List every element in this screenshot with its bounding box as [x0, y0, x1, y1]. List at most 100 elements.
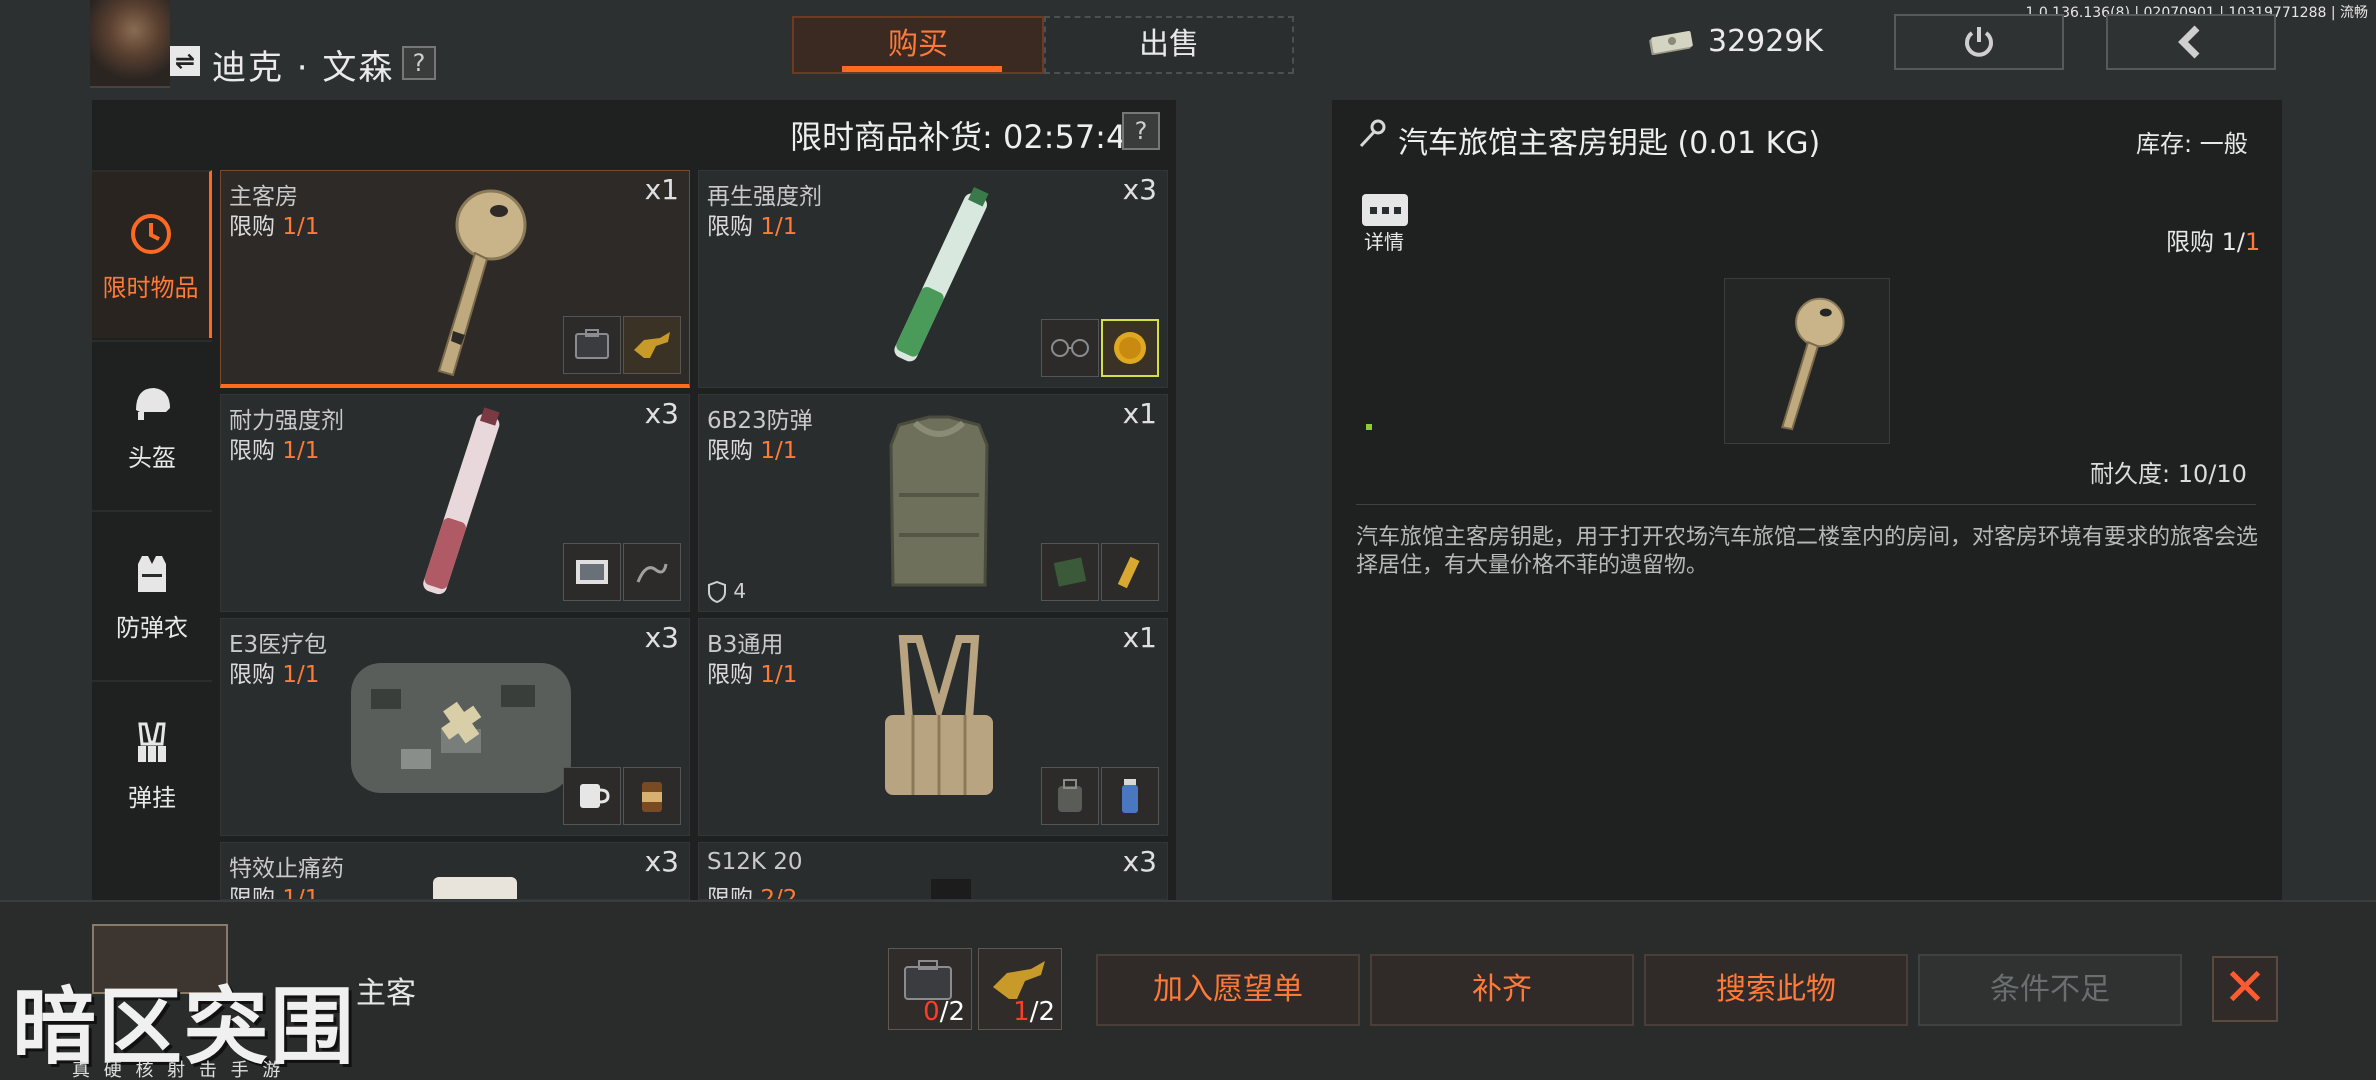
shield-icon [708, 580, 726, 604]
item-limit: 限购 2/2 [707, 879, 797, 899]
details-label[interactable]: 详情 [1364, 226, 1404, 255]
key-image [437, 189, 527, 377]
required-item-lighter[interactable] [1101, 543, 1159, 601]
limit-count: 1/1 [282, 438, 320, 464]
circuit-board-icon [1053, 557, 1087, 587]
restock-button[interactable]: 补齐 [1370, 954, 1634, 1026]
item-name: B3通用 [707, 632, 784, 658]
lighter-icon [1117, 556, 1140, 589]
vest-icon [138, 556, 166, 592]
required-item-mug[interactable] [563, 767, 621, 825]
item-limit: 限购 1/1 [229, 431, 319, 465]
item-description: 汽车旅馆主客房钥匙，用于打开农场汽车旅馆二楼室内的房间，对客房环境有要求的旅客会… [1356, 525, 2259, 578]
detail-divider [1356, 504, 2256, 505]
required-item-bottle[interactable] [1101, 767, 1159, 825]
item-limit: 限购 1/1 [707, 655, 797, 689]
limit-label: 限购 [229, 438, 283, 464]
cost-need: /2 [939, 997, 965, 1027]
shop-item-s12k[interactable]: S12K 20 限购 2/2 x3 [698, 842, 1168, 900]
category-limited[interactable]: 限时物品 [92, 170, 212, 338]
bag-icon [1058, 779, 1082, 812]
search-item-button[interactable]: 搜索此物 [1644, 954, 1908, 1026]
required-item-golden-figure[interactable] [623, 316, 681, 374]
limit-count: 1/1 [760, 662, 798, 688]
item-detail-panel [1332, 100, 2282, 900]
limit-label: 限购 [229, 214, 283, 240]
required-item-gold-coin[interactable] [1101, 319, 1159, 377]
item-quantity: x3 [644, 397, 679, 430]
limit-label: 限购 [2166, 228, 2222, 256]
category-label: 防弹衣 [116, 614, 188, 642]
power-button[interactable] [1894, 14, 2064, 70]
close-button[interactable]: ✕ [2212, 956, 2278, 1022]
shop-item-6b23-armor[interactable]: 6B23防弹 限购 1/1 x1 4 [698, 394, 1168, 612]
cost-count: 0/2 [923, 997, 965, 1027]
item-quantity: x3 [1122, 173, 1157, 206]
restock-help-button[interactable]: ? [1122, 112, 1160, 150]
pill-bottle-image [433, 877, 517, 899]
item-limit: 限购 1/1 [229, 207, 319, 241]
shop-item-painkiller[interactable]: 特效止痛药 限购 1/1 x3 [220, 842, 690, 900]
category-helmet[interactable]: 头盔 [92, 340, 212, 508]
required-item-tablet[interactable] [563, 543, 621, 601]
item-name: 再生强度剂 [707, 184, 822, 210]
item-name: 主客房 [229, 184, 298, 210]
limit-count: 1/1 [760, 438, 798, 464]
trader-help-button[interactable]: ? [402, 46, 436, 80]
item-name: 耐力强度剂 [229, 408, 344, 434]
limit-max: 1 [2245, 228, 2261, 256]
shop-item-e3-medkit[interactable]: E3医疗包 限购 1/1 x3 [220, 618, 690, 836]
item-name: 6B23防弹 [707, 408, 813, 434]
required-item-coffee-jar[interactable] [623, 767, 681, 825]
trader-avatar[interactable] [90, 0, 170, 88]
item-name: S12K 20 [707, 849, 803, 875]
key-icon [1359, 119, 1386, 148]
item-quantity: x3 [644, 845, 679, 878]
game-logo: 暗区突围 真 硬 核 射 击 手 游 [0, 960, 370, 1080]
shop-item-stamina-stimulant[interactable]: 耐力强度剂 限购 1/1 x3 [220, 394, 690, 612]
required-item-toolbox[interactable] [563, 316, 621, 374]
required-item-bag[interactable] [1041, 767, 1099, 825]
shop-item-master-room-key[interactable]: 主客房 限购 1/1 x1 [220, 170, 690, 388]
mug-icon [580, 784, 610, 808]
detail-limit: 限购 1/1 [2166, 222, 2260, 257]
back-icon [2178, 25, 2200, 59]
swap-trader-icon[interactable]: ⇌ [170, 46, 200, 76]
category-vest[interactable]: 防弹衣 [92, 510, 212, 678]
limit-count: 1/1 [760, 214, 798, 240]
power-icon [1965, 27, 1993, 57]
item-quantity: x1 [1122, 397, 1157, 430]
required-item-glasses[interactable] [1041, 319, 1099, 377]
trader-name: 迪克 · 文森 [212, 48, 395, 88]
cost-toolbox[interactable]: 0/2 [888, 948, 972, 1030]
item-limit: 限购 1/1 [229, 655, 319, 689]
durability: 耐久度: 10/10 [2090, 460, 2247, 488]
shop-item-b3-rig[interactable]: B3通用 限购 1/1 x1 [698, 618, 1168, 836]
tab-sell[interactable]: 出售 [1044, 16, 1294, 74]
category-rig[interactable]: 弹挂 [92, 680, 212, 848]
required-item-circuit-board[interactable] [1041, 543, 1099, 601]
item-name: E3医疗包 [229, 632, 328, 658]
gold-coin-icon [1114, 332, 1146, 364]
coffee-jar-icon [642, 782, 662, 812]
restock-timer: 限时商品补货: 02:57:48 [790, 118, 1147, 156]
item-quantity: x3 [644, 621, 679, 654]
cost-golden-figure[interactable]: 1/2 [978, 948, 1062, 1030]
limit-have: 1 [2221, 228, 2237, 256]
limit-separator: / [2236, 228, 2246, 256]
limit-count: 1/1 [282, 886, 320, 900]
toolbox-icon [575, 329, 609, 359]
armor-level: 4 [707, 579, 746, 604]
category-label: 头盔 [128, 444, 176, 472]
item-limit: 限购 1/1 [707, 207, 797, 241]
item-name: 特效止痛药 [229, 856, 344, 882]
add-to-wishlist-button[interactable]: 加入愿望单 [1096, 954, 1360, 1026]
item-quantity: x1 [1122, 621, 1157, 654]
shop-item-regen-stimulant[interactable]: 再生强度剂 限购 1/1 x3 [698, 170, 1168, 388]
condition-unmet-button[interactable]: 条件不足 [1918, 954, 2182, 1026]
tab-buy[interactable]: 购买 [792, 16, 1044, 74]
required-item-cable[interactable] [623, 543, 681, 601]
back-button[interactable] [2106, 14, 2276, 70]
money-balance: 32929K [1708, 24, 1824, 59]
details-icon[interactable] [1362, 194, 1408, 226]
